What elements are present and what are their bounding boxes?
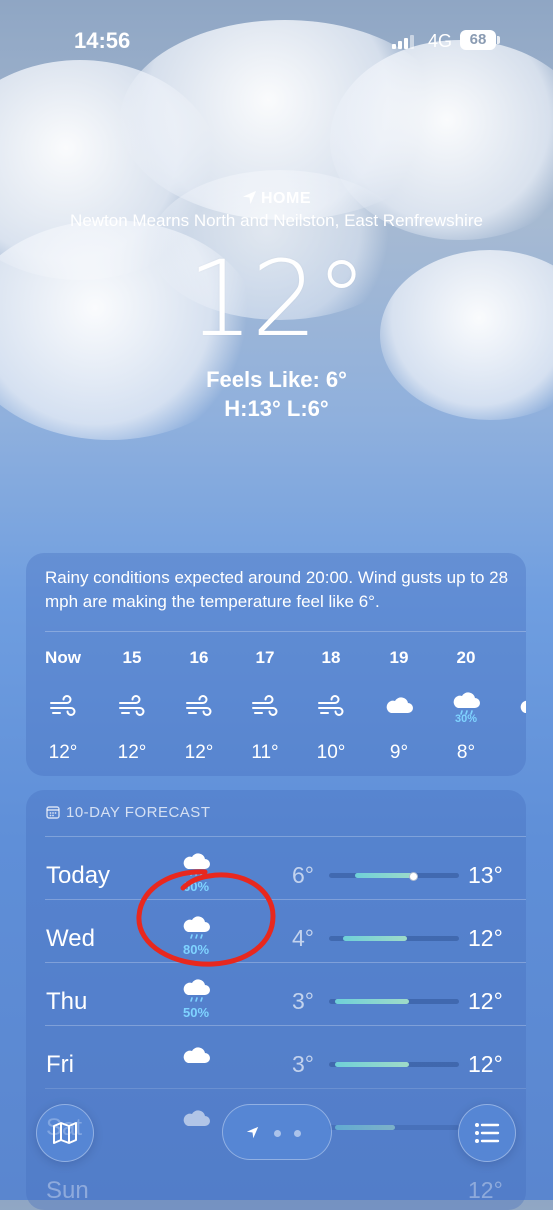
hourly-forecast-card[interactable]: Rainy conditions expected around 20:00. … — [26, 553, 526, 776]
cloud-rain-icon — [181, 978, 213, 1006]
temperature-range-fill — [335, 999, 409, 1004]
hour-label: Now — [45, 648, 81, 667]
forecast-day: Sun — [46, 1177, 89, 1204]
temperature-range-bar — [329, 999, 459, 1004]
hour-label: 17 — [255, 648, 275, 667]
forecast-day: Wed — [46, 925, 95, 952]
signal-icon — [392, 35, 414, 49]
divider — [45, 631, 526, 632]
forecast-row[interactable]: Sun 12° — [26, 1157, 526, 1210]
location-label: HOME — [0, 190, 553, 208]
hour-precip: 30% — [454, 713, 478, 725]
forecast-day: Fri — [46, 1051, 74, 1078]
page-dot[interactable] — [274, 1130, 281, 1137]
battery-icon: 68 — [460, 30, 496, 50]
wind-icon — [250, 691, 280, 721]
location-label-text: HOME — [261, 190, 311, 207]
hour-label: 16 — [189, 648, 209, 667]
temperature-range-fill — [355, 873, 417, 878]
divider — [45, 1025, 526, 1026]
hour-label: 2 — [500, 648, 526, 668]
forecast-day: Today — [46, 862, 111, 889]
current-temperature: 12° — [187, 238, 367, 360]
temperature-range-bar — [329, 1125, 459, 1130]
locations-list-button[interactable] — [458, 1104, 516, 1162]
cloud-icon — [518, 691, 526, 721]
hour-temp: 8° — [456, 742, 476, 763]
calendar-icon — [46, 806, 60, 819]
high-low: H:13° L:6° — [224, 396, 329, 421]
hour-label: 15 — [122, 648, 142, 667]
cloud-icon — [384, 691, 414, 721]
hour-temp: 12° — [48, 742, 78, 763]
forecast-high: 12° — [468, 988, 503, 1014]
wind-icon — [48, 691, 78, 721]
forecast-day: Thu — [46, 988, 88, 1015]
temperature-range-fill — [335, 1062, 409, 1067]
cloud-icon — [181, 1041, 213, 1069]
battery-tip — [497, 36, 500, 44]
temperature-range-fill — [343, 936, 407, 941]
forecast-low: 3° — [292, 988, 314, 1014]
hour-temp: 12° — [117, 742, 147, 763]
forecast-title-text: 10-DAY FORECAST — [66, 804, 211, 821]
current-temp-dot — [409, 872, 418, 881]
forecast-high: 12° — [468, 925, 503, 951]
feels-like: Feels Like: 6° — [206, 367, 347, 392]
temperature-range-bar — [329, 936, 459, 941]
map-icon — [53, 1122, 77, 1144]
forecast-precip: 60% — [182, 879, 210, 894]
location-arrow-icon — [242, 190, 257, 205]
hourly-list[interactable]: Now 12° 15 12° 16 12° 17 11° 18 10° 19 9° 20 30% 8° 2 — [26, 648, 526, 773]
forecast-high: 12° — [468, 1051, 503, 1077]
temperature-range-bar — [329, 872, 459, 881]
hour-temp: 10° — [316, 742, 346, 763]
status-time: 14:56 — [74, 28, 131, 53]
forecast-row[interactable]: Today 60% 6° 13° — [26, 836, 526, 905]
cloud-icon — [181, 1104, 213, 1132]
network-type: 4G — [428, 31, 453, 51]
wind-icon — [117, 691, 147, 721]
location-name: Newton Mearns North and Neilston, East R… — [70, 211, 483, 230]
forecast-low: 4° — [292, 925, 314, 951]
forecast-row[interactable]: Fri 3° 12° — [26, 1025, 526, 1094]
hour-temp: 11° — [251, 742, 279, 763]
page-indicator[interactable] — [222, 1104, 332, 1160]
forecast-row[interactable]: Thu 50% 3° 12° — [26, 962, 526, 1031]
map-button[interactable] — [36, 1104, 94, 1162]
hour-label: 18 — [321, 648, 341, 667]
forecast-high: 13° — [468, 862, 503, 888]
wind-icon — [184, 691, 214, 721]
wind-icon — [316, 691, 346, 721]
temperature-range-bar — [329, 1062, 459, 1067]
battery-level: 68 — [469, 31, 487, 48]
forecast-row[interactable]: Wed 80% 4° 12° — [26, 899, 526, 968]
forecast-low: 3° — [292, 1051, 314, 1077]
cloud-rain-icon — [181, 915, 213, 943]
divider — [45, 836, 526, 837]
cloud-rain-icon — [181, 852, 213, 880]
temperature-range-fill — [335, 1125, 395, 1130]
forecast-precip: 50% — [182, 1005, 210, 1020]
location-arrow-icon — [246, 1126, 259, 1139]
hour-label: 20 — [456, 648, 476, 667]
status-bar: 14:56 4G 68 — [0, 0, 553, 80]
divider — [45, 899, 526, 900]
forecast-low: 6° — [292, 862, 314, 888]
divider — [45, 962, 526, 963]
divider — [45, 1088, 526, 1089]
forecast-title: 10-DAY FORECAST — [46, 804, 210, 821]
hour-temp: 12° — [184, 742, 214, 763]
forecast-precip: 80% — [182, 942, 210, 957]
hour-temp: 9° — [389, 742, 409, 763]
conditions-summary: Rainy conditions expected around 20:00. … — [45, 568, 509, 611]
list-icon — [475, 1123, 500, 1143]
page-dot[interactable] — [294, 1130, 301, 1137]
hour-label: 19 — [389, 648, 409, 667]
